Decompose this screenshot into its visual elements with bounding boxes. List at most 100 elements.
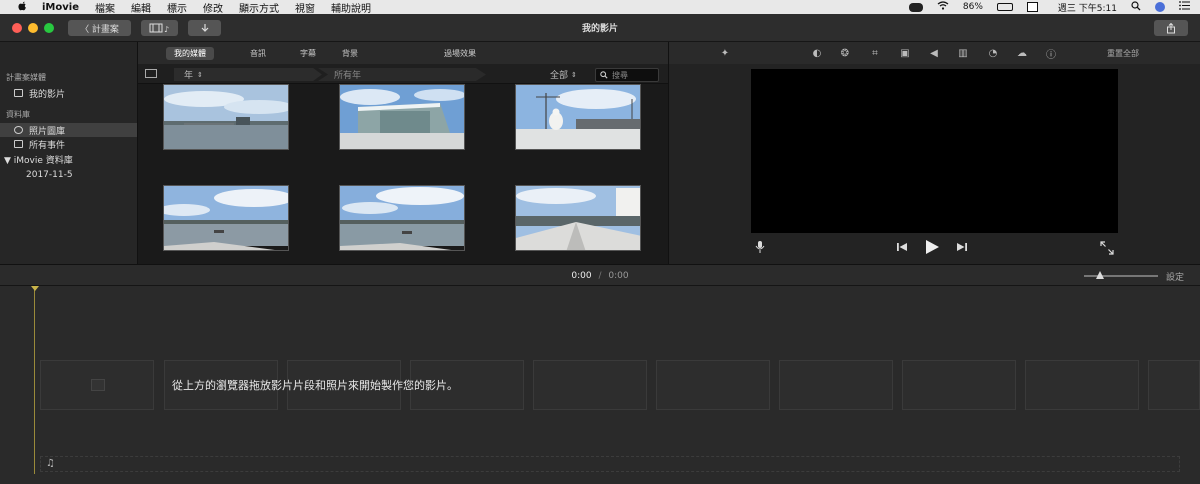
menu-imovie[interactable]: iMovie bbox=[42, 2, 79, 13]
fjord-photo bbox=[340, 186, 464, 250]
menu-bar: iMovie 檔案 編輯 標示 修改 顯示方式 視窗 輔助說明 86% 週三 下… bbox=[0, 0, 1200, 15]
timeline-placeholder-slot bbox=[656, 360, 770, 410]
timecode-total: 0:00 bbox=[608, 271, 629, 281]
fullscreen-expand-icon[interactable] bbox=[1100, 241, 1114, 258]
media-thumbnail[interactable] bbox=[163, 84, 289, 150]
updown-chevron-icon: ⇕ bbox=[571, 70, 577, 79]
sidebar-item-label: ▼ iMovie 資料庫 bbox=[4, 155, 73, 166]
sidebar-item-my-movie[interactable]: 我的影片 bbox=[0, 86, 137, 100]
timeline-placeholder-slot bbox=[1148, 360, 1200, 410]
year-label: 年 bbox=[184, 71, 194, 81]
window-title: 我的影片 bbox=[581, 24, 618, 34]
timeline-placeholder-slot bbox=[40, 360, 154, 410]
tab-my-media[interactable]: 我的媒體 bbox=[166, 47, 214, 60]
all-years-label: 所有年 bbox=[334, 71, 362, 81]
search-icon bbox=[600, 71, 608, 79]
sidebar-item-photos-library[interactable]: 照片圖庫 bbox=[0, 123, 137, 137]
battery-percent: 86% bbox=[962, 2, 983, 12]
menu-modify[interactable]: 修改 bbox=[203, 0, 223, 15]
fjord-photo bbox=[164, 186, 288, 250]
clock[interactable]: 週三 下午5:11 bbox=[1058, 1, 1117, 14]
input-method-icon[interactable] bbox=[1026, 2, 1038, 12]
tab-transitions[interactable]: 過場效果 bbox=[436, 47, 484, 60]
menu-file[interactable]: 檔案 bbox=[95, 0, 115, 15]
sidebar-toggle-icon[interactable] bbox=[145, 69, 157, 78]
sidebar-item-label: 2017-11-5 bbox=[26, 170, 73, 180]
clip-filter-icon[interactable]: ☁ bbox=[1016, 47, 1028, 59]
timecode-display: 0:00 / 0:00 bbox=[0, 271, 1200, 281]
film-placeholder-icon bbox=[91, 379, 105, 391]
adjustment-toolbar: ✦ ◐ ❂ ⌗ ▣ ◀ ▥ ◔ ☁ ⓘ 重置全部 bbox=[668, 42, 1200, 64]
year-selector[interactable]: 年 ⇕ bbox=[174, 68, 322, 81]
media-thumbnail[interactable] bbox=[515, 84, 641, 150]
playhead-handle[interactable] bbox=[31, 286, 39, 291]
spotlight-search-icon[interactable] bbox=[1131, 0, 1141, 14]
tab-backgrounds[interactable]: 背景 bbox=[334, 47, 366, 60]
sidebar-item-label: 照片圖庫 bbox=[29, 126, 66, 137]
zoom-slider-thumb[interactable] bbox=[1096, 271, 1104, 279]
sidebar-item-label: 所有事件 bbox=[29, 140, 66, 151]
audio-track[interactable] bbox=[40, 456, 1180, 472]
apple-menu-icon[interactable] bbox=[18, 1, 30, 14]
share-button[interactable] bbox=[1154, 20, 1188, 36]
siri-icon[interactable] bbox=[1155, 2, 1165, 12]
seagull-photo bbox=[516, 85, 640, 149]
menu-window[interactable]: 視窗 bbox=[295, 0, 315, 15]
enhance-wand-icon[interactable]: ✦ bbox=[719, 47, 731, 59]
reset-all-button[interactable]: 重置全部 bbox=[1107, 48, 1139, 59]
opera-house-photo bbox=[340, 85, 464, 149]
browser-filter-bar: 年 ⇕ 所有年 全部 ⇕ 搜尋 bbox=[138, 64, 668, 84]
menu-edit[interactable]: 編輯 bbox=[131, 0, 151, 15]
sidebar-item-imovie-library[interactable]: ▼ iMovie 資料庫 bbox=[0, 152, 137, 166]
share-icon bbox=[1167, 22, 1175, 33]
status-area: 86% 週三 下午5:11 bbox=[908, 0, 1190, 14]
line-app-icon[interactable] bbox=[908, 2, 923, 12]
settings-button[interactable]: 設定 bbox=[1166, 270, 1184, 283]
roof-slope-photo bbox=[516, 186, 640, 250]
media-thumbnail[interactable] bbox=[339, 185, 465, 251]
tab-titles[interactable]: 字幕 bbox=[292, 47, 324, 60]
media-browser bbox=[138, 84, 668, 264]
notification-center-icon[interactable] bbox=[1179, 1, 1190, 13]
timecode-current: 0:00 bbox=[571, 271, 592, 281]
skip-back-button[interactable] bbox=[896, 241, 908, 256]
media-thumbnail[interactable] bbox=[339, 84, 465, 150]
timeline-placeholder-slot bbox=[902, 360, 1016, 410]
battery-icon[interactable] bbox=[996, 3, 1013, 11]
menu-help[interactable]: 輔助說明 bbox=[331, 0, 371, 15]
timeline-header: 0:00 / 0:00 設定 bbox=[0, 264, 1200, 286]
clip-filter-dropdown[interactable]: 全部 ⇕ bbox=[550, 68, 577, 82]
equalizer-icon[interactable]: ▥ bbox=[957, 47, 969, 59]
info-icon[interactable]: ⓘ bbox=[1045, 47, 1057, 61]
speed-icon[interactable]: ◔ bbox=[987, 47, 999, 59]
sidebar-item-all-events[interactable]: 所有事件 bbox=[0, 137, 137, 151]
search-field[interactable]: 搜尋 bbox=[595, 68, 659, 82]
tab-audio[interactable]: 音訊 bbox=[242, 47, 274, 60]
projects-media-header: 計畫案媒體 bbox=[6, 73, 46, 82]
window-toolbar: 〈 計畫案 ♪ 我的影片 bbox=[0, 14, 1200, 42]
libraries-sidebar: 計畫案媒體 我的影片 資料庫 照片圖庫 所有事件 ▼ iMovie 資料庫 20… bbox=[0, 42, 138, 264]
volume-icon[interactable]: ◀ bbox=[928, 47, 940, 59]
color-balance-icon[interactable]: ◐ bbox=[811, 47, 823, 59]
project-film-icon bbox=[14, 89, 23, 97]
stabilization-camera-icon[interactable]: ▣ bbox=[899, 47, 911, 59]
wifi-icon[interactable] bbox=[937, 1, 949, 13]
music-note-icon: ♫ bbox=[46, 458, 55, 469]
sidebar-item-event-2017-11-5[interactable]: 2017-11-5 bbox=[0, 168, 137, 182]
media-thumbnail[interactable] bbox=[515, 185, 641, 251]
play-button[interactable] bbox=[924, 239, 940, 258]
voiceover-mic-icon[interactable] bbox=[755, 240, 765, 257]
all-years-breadcrumb[interactable]: 所有年 bbox=[318, 68, 486, 81]
sidebar-item-label: 我的影片 bbox=[29, 89, 66, 100]
skip-forward-button[interactable] bbox=[956, 241, 968, 256]
color-correction-icon[interactable]: ❂ bbox=[839, 47, 851, 59]
browser-tabs: 我的媒體 音訊 字幕 背景 過場效果 bbox=[138, 42, 668, 64]
photos-icon bbox=[14, 126, 23, 134]
playhead[interactable] bbox=[34, 286, 35, 474]
crop-icon[interactable]: ⌗ bbox=[869, 47, 881, 59]
search-placeholder: 搜尋 bbox=[612, 70, 628, 80]
video-preview[interactable] bbox=[751, 69, 1118, 233]
menu-mark[interactable]: 標示 bbox=[167, 0, 187, 15]
menu-view[interactable]: 顯示方式 bbox=[239, 0, 279, 15]
media-thumbnail[interactable] bbox=[163, 185, 289, 251]
